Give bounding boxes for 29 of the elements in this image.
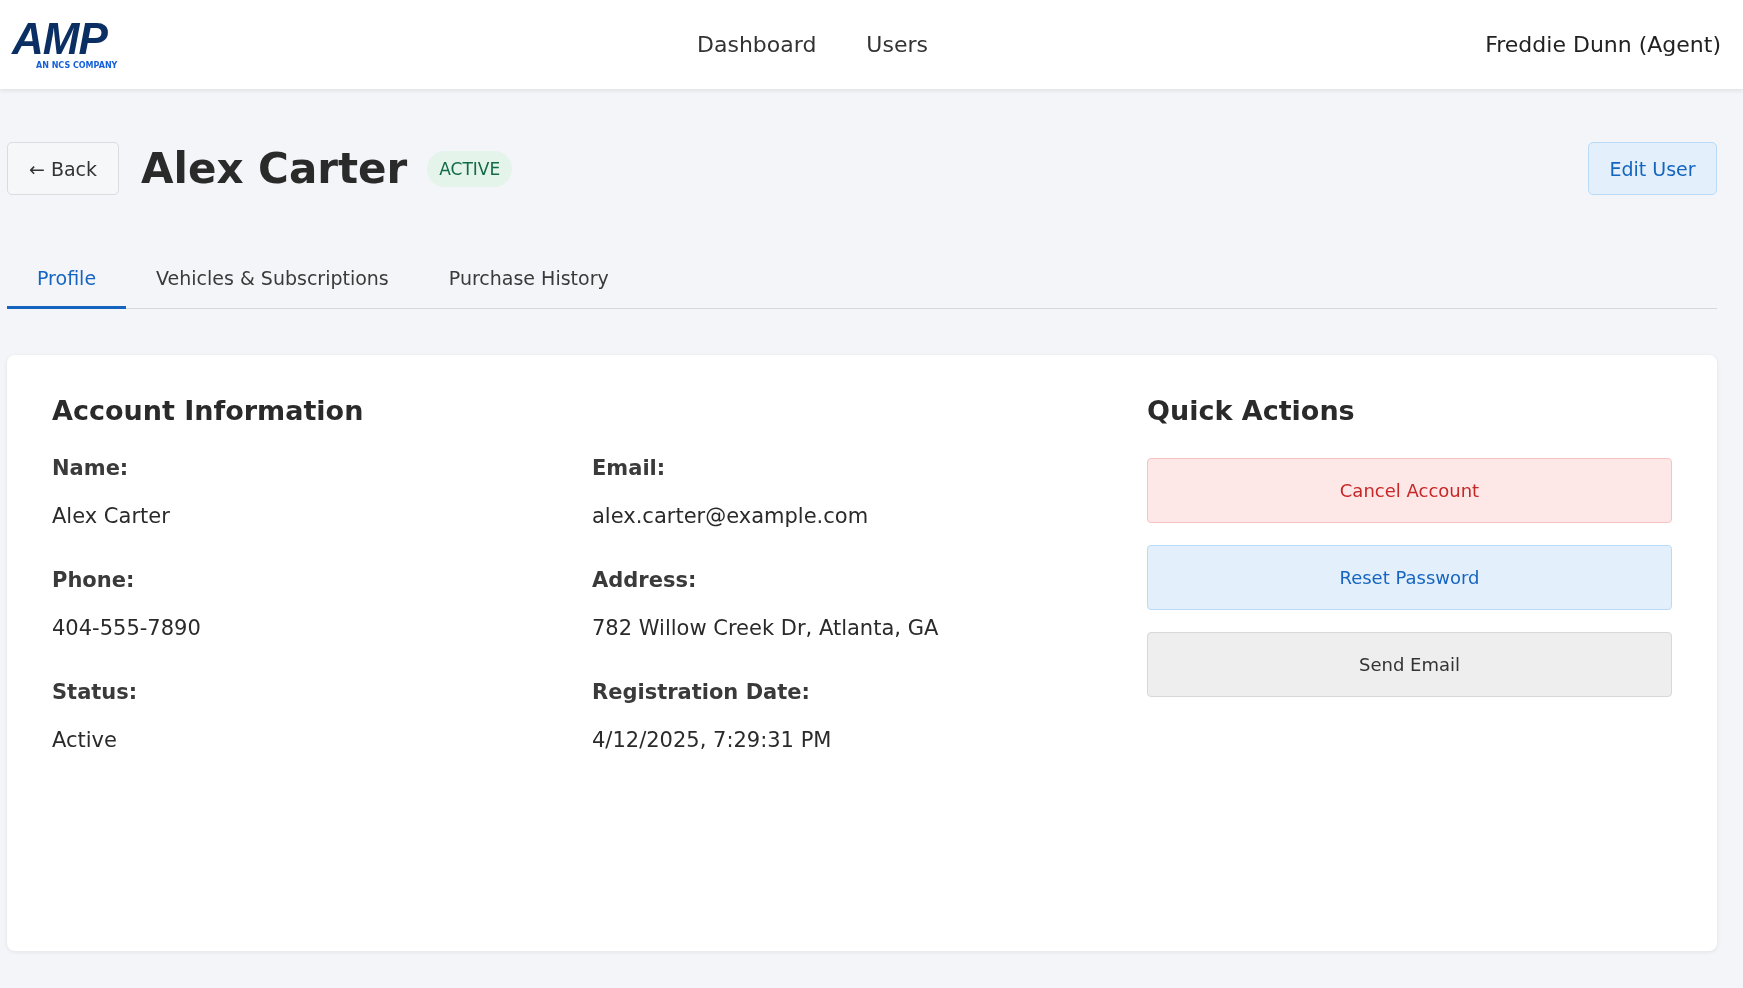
field-value: 782 Willow Creek Dr, Atlanta, GA	[592, 616, 940, 640]
field-label: Name:	[52, 456, 130, 480]
field-label: Status:	[52, 680, 139, 704]
quick-action-button[interactable]: Send Email	[1147, 632, 1672, 697]
field-value: alex.carter@example.com	[592, 504, 870, 528]
field-label: Address:	[592, 568, 698, 592]
field-label: Registration Date:	[592, 680, 811, 704]
tab[interactable]: Profile	[7, 255, 127, 309]
edit-user-button[interactable]: Edit User	[1588, 142, 1717, 195]
field-label: Email:	[592, 456, 667, 480]
back-button[interactable]: ← Back	[7, 142, 119, 195]
nav-link[interactable]: Users	[866, 32, 928, 57]
user-name: Freddie Dunn (Agent)	[1485, 32, 1721, 57]
section-heading: Quick Actions	[1147, 395, 1356, 426]
quick-action-button[interactable]: Reset Password	[1147, 545, 1672, 610]
field-value: 4/12/2025, 7:29:31 PM	[592, 728, 833, 752]
logo-tagline: AN NCS COMPANY	[36, 61, 118, 70]
tab[interactable]: Vehicles & Subscriptions	[126, 255, 419, 309]
status-badge: ACTIVE	[427, 150, 513, 187]
section-heading: Account Information	[52, 395, 365, 426]
field-value: 404-555-7890	[52, 616, 202, 640]
field-value: Alex Carter	[52, 504, 171, 528]
tab[interactable]: Purchase History	[418, 255, 639, 309]
nav-link[interactable]: Dashboard	[697, 32, 817, 57]
user-title: Alex Carter	[141, 144, 408, 193]
field-value: Active	[52, 728, 118, 752]
field-label: Phone:	[52, 568, 136, 592]
quick-action-button[interactable]: Cancel Account	[1147, 458, 1672, 523]
logo-wordmark: AMP	[12, 19, 107, 59]
